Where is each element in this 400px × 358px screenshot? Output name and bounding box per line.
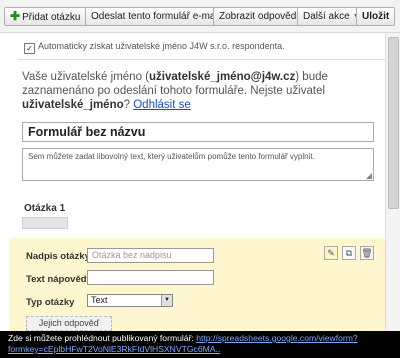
- auto-username-option[interactable]: ✓ Automaticky získat uživatelské jméno J4…: [24, 41, 285, 54]
- question-type-label: Typ otázky: [26, 297, 75, 308]
- question-type-select[interactable]: Text ▼: [87, 294, 173, 307]
- edit-pencil-icon[interactable]: ✎: [324, 246, 338, 260]
- scrollbar-thumb[interactable]: [388, 37, 399, 209]
- choice-answer-button[interactable]: Jejich odpověď: [26, 316, 112, 331]
- question-preview-placeholder: [22, 217, 68, 229]
- published-form-notification: Zde si můžete prohlédnout publikovaný fo…: [0, 331, 400, 358]
- form-description-textarea[interactable]: Sem můžete zadat libovolný text, který u…: [22, 148, 374, 181]
- plus-icon: ✚: [10, 9, 21, 23]
- scrollbar[interactable]: [385, 33, 400, 358]
- add-question-button[interactable]: ✚Přidat otázku▼: [4, 7, 97, 26]
- question-title-input[interactable]: Otázka bez nadpisu: [87, 248, 214, 263]
- select-arrow-icon: ▼: [161, 295, 172, 306]
- form-title-input[interactable]: Formulář bez názvu: [22, 122, 374, 142]
- save-button[interactable]: Uložit: [356, 7, 396, 26]
- question-label: Otázka 1: [24, 203, 66, 214]
- divider: [18, 59, 385, 60]
- form-editor: ✓ Automaticky získat uživatelské jméno J4…: [10, 33, 385, 358]
- toolbar: ✚Přidat otázku▼ Odeslat tento formulář e…: [0, 0, 400, 33]
- duplicate-icon[interactable]: ⧉: [342, 246, 356, 260]
- user-name: uživatelské_jméno: [22, 99, 124, 111]
- help-text-label: Text nápovědy: [26, 274, 92, 285]
- logout-link[interactable]: Odhlásit se: [133, 99, 191, 111]
- resize-handle-icon[interactable]: ◢: [366, 171, 372, 180]
- help-text-input[interactable]: [87, 270, 214, 285]
- question-title-label: Nadpis otázky: [26, 251, 90, 262]
- checkbox-checked-icon[interactable]: ✓: [24, 43, 35, 54]
- user-email: uživatelské_jméno@j4w.cz: [148, 71, 296, 83]
- delete-trash-icon[interactable]: 🗑: [360, 246, 374, 260]
- username-notice: Vaše uživatelské jméno (uživatelské_jmén…: [22, 71, 328, 111]
